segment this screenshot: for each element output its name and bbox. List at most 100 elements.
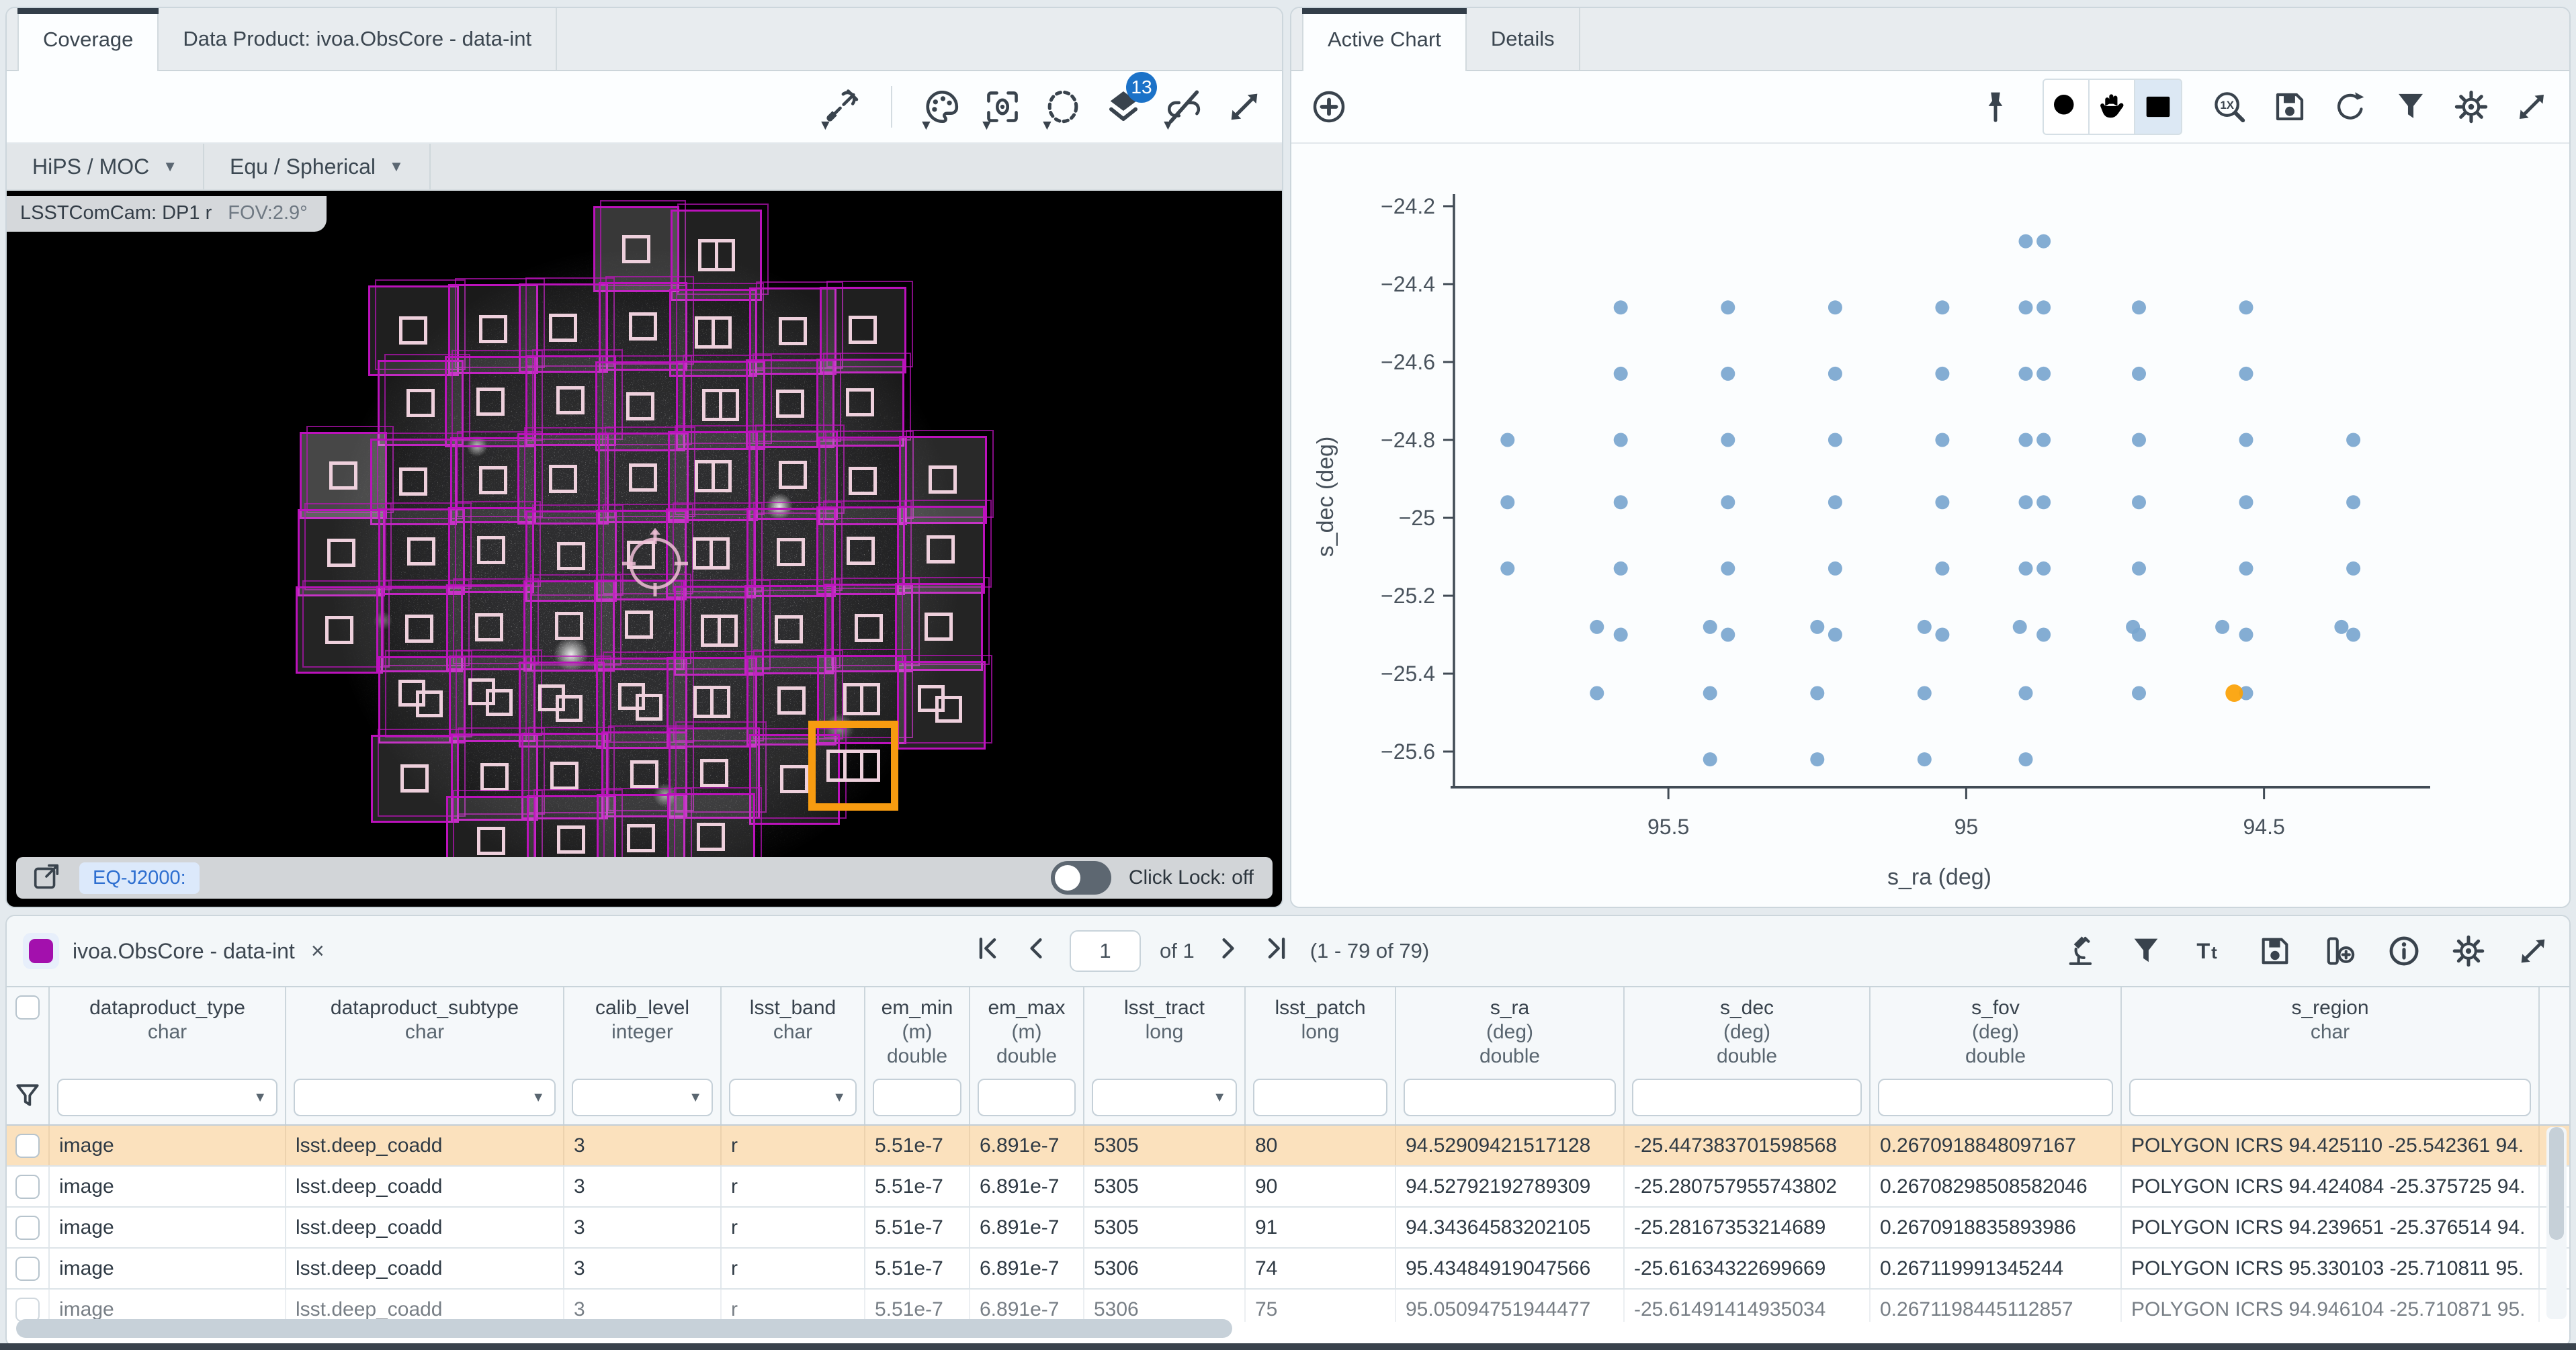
row-checkbox[interactable]: [15, 1216, 40, 1240]
column-filter-input[interactable]: ▼: [57, 1079, 277, 1116]
page-number-input[interactable]: 1: [1070, 930, 1141, 972]
row-checkbox[interactable]: [15, 1175, 40, 1199]
save-icon[interactable]: [2270, 81, 2310, 132]
tab-coverage[interactable]: Coverage: [17, 8, 159, 71]
footprint-tile[interactable]: [593, 206, 679, 292]
column-header-s_dec[interactable]: s_dec(deg)double: [1625, 987, 1871, 1124]
pan-icon[interactable]: [2090, 80, 2135, 134]
selected-footprint-tile[interactable]: [808, 721, 898, 811]
click-lock-toggle[interactable]: [1051, 861, 1111, 895]
table-row[interactable]: imagelsst.deep_coadd3r5.51e-76.891e-7530…: [7, 1167, 2569, 1208]
settings-icon[interactable]: [2451, 81, 2491, 132]
footprint-tile[interactable]: [448, 507, 534, 593]
chevron-down-icon: ▼: [832, 1090, 846, 1106]
select-all-checkbox[interactable]: [15, 995, 40, 1020]
pin-icon[interactable]: [1975, 81, 2016, 132]
column-filter-input[interactable]: ▼: [572, 1079, 713, 1116]
column-header-em_min[interactable]: em_min(m)double: [865, 987, 970, 1124]
add-column-icon[interactable]: [2319, 926, 2360, 977]
close-icon[interactable]: ×: [311, 938, 325, 964]
column-header-dataproduct_subtype[interactable]: dataproduct_subtypechar▼: [286, 987, 564, 1124]
zoom-in-icon[interactable]: [2044, 80, 2090, 134]
tab-details[interactable]: Details: [1467, 8, 1580, 70]
tools-icon[interactable]: ▼: [821, 81, 861, 132]
tab-active-chart[interactable]: Active Chart: [1302, 8, 1467, 71]
info-icon[interactable]: [2384, 926, 2424, 977]
settings-icon[interactable]: [2448, 926, 2489, 977]
popout-icon[interactable]: [31, 861, 62, 895]
table-row[interactable]: imagelsst.deep_coadd3r5.51e-76.891e-7530…: [7, 1290, 2569, 1322]
footprint-tile[interactable]: [897, 661, 986, 750]
column-filter-input[interactable]: ▼: [729, 1079, 857, 1116]
coordinate-system-dropdown[interactable]: Equ / Spherical ▼: [204, 144, 431, 189]
restore-icon[interactable]: [2330, 81, 2370, 132]
column-filter-input[interactable]: [873, 1079, 961, 1116]
footprint-tile[interactable]: [816, 506, 905, 595]
column-filter-input[interactable]: ▼: [294, 1079, 556, 1116]
hips-moc-label: HiPS / MOC: [32, 154, 149, 179]
footprint-tile[interactable]: [371, 735, 459, 823]
expand-icon[interactable]: [1224, 81, 1264, 132]
column-filter-input[interactable]: [1878, 1079, 2113, 1116]
row-checkbox[interactable]: [15, 1134, 40, 1158]
select-ellipse-icon[interactable]: ▼: [1043, 81, 1083, 132]
column-filter-input[interactable]: [1253, 1079, 1387, 1116]
save-icon[interactable]: [2255, 926, 2295, 977]
table-vertical-scrollbar[interactable]: [2546, 1127, 2567, 1319]
column-header-s_ra[interactable]: s_ra(deg)double: [1396, 987, 1625, 1124]
table-row[interactable]: imagelsst.deep_coadd3r5.51e-76.891e-7530…: [7, 1126, 2569, 1167]
table-row[interactable]: imagelsst.deep_coadd3r5.51e-76.891e-7530…: [7, 1208, 2569, 1249]
column-header-calib_level[interactable]: calib_levelinteger▼: [564, 987, 722, 1124]
expand-icon[interactable]: [2511, 81, 2552, 132]
footprint-tile[interactable]: [298, 509, 385, 596]
recenter-icon[interactable]: ▼: [982, 81, 1023, 132]
row-checkbox[interactable]: [15, 1298, 40, 1322]
footprint-tile[interactable]: [897, 506, 985, 594]
horizontal-scrollbar-thumb[interactable]: [16, 1319, 1232, 1338]
patch-outline: [405, 615, 433, 643]
first-page-button[interactable]: [973, 934, 1002, 969]
add-chart-icon[interactable]: [1309, 81, 1349, 132]
column-filter-input[interactable]: [2129, 1079, 2531, 1116]
column-filter-input[interactable]: ▼: [1092, 1079, 1237, 1116]
last-page-button[interactable]: [1262, 934, 1291, 969]
column-header-s_fov[interactable]: s_fov(deg)double: [1871, 987, 2122, 1124]
column-header-em_max[interactable]: em_max(m)double: [970, 987, 1084, 1124]
column-header-lsst_patch[interactable]: lsst_patchlong: [1246, 987, 1396, 1124]
column-filter-input[interactable]: [1404, 1079, 1616, 1116]
table-row[interactable]: imagelsst.deep_coadd3r5.51e-76.891e-7530…: [7, 1249, 2569, 1290]
column-header-lsst_band[interactable]: lsst_bandchar▼: [722, 987, 865, 1124]
next-page-button[interactable]: [1213, 934, 1243, 969]
column-filter-input[interactable]: [978, 1079, 1076, 1116]
expand-icon[interactable]: [2513, 926, 2553, 977]
footprint-tile[interactable]: [296, 586, 383, 674]
patch-outline: [693, 537, 730, 570]
vertical-scrollbar-thumb[interactable]: [2549, 1127, 2564, 1240]
tab-data-product[interactable]: Data Product: ivoa.ObsCore - data-int: [159, 8, 557, 70]
prev-page-button[interactable]: [1021, 934, 1051, 969]
select-rect-icon[interactable]: [2135, 80, 2181, 134]
filter-row-icon[interactable]: [13, 1081, 42, 1114]
table-cell-em_min: 5.51e-7: [865, 1290, 970, 1322]
unlink-icon[interactable]: ▼: [1164, 81, 1204, 132]
inspect-icon[interactable]: [2061, 926, 2102, 977]
hips-moc-dropdown[interactable]: HiPS / MOC ▼: [7, 144, 204, 189]
filter-icon[interactable]: [2126, 926, 2166, 977]
zoom-1x-icon[interactable]: 1X: [2209, 81, 2249, 132]
column-header-dataproduct_type[interactable]: dataproduct_typechar▼: [50, 987, 286, 1124]
filter-icon[interactable]: [2391, 81, 2431, 132]
text-view-icon[interactable]: Tt: [2190, 926, 2231, 977]
footprint-tile[interactable]: [895, 583, 983, 671]
sky-coverage-map[interactable]: LSSTComCam: DP1 r FOV:2.9° EQ-J2000: Cli…: [7, 191, 1282, 907]
scatter-chart[interactable]: −24.2−24.4−24.6−24.8−25−25.2−25.4−25.695…: [1291, 144, 2569, 907]
table-cell-lsst_patch: 90: [1246, 1167, 1396, 1206]
column-filter-input[interactable]: [1632, 1079, 1862, 1116]
layers-icon[interactable]: 13: [1103, 81, 1144, 132]
row-checkbox[interactable]: [15, 1257, 40, 1281]
palette-icon[interactable]: ▼: [922, 81, 962, 132]
footprint-tile[interactable]: [668, 431, 758, 521]
table-tab[interactable]: ivoa.ObsCore - data-int ×: [23, 933, 325, 969]
column-header-s_region[interactable]: s_regionchar: [2122, 987, 2540, 1124]
target-crosshair-icon: [618, 527, 692, 600]
column-header-lsst_tract[interactable]: lsst_tractlong▼: [1084, 987, 1246, 1124]
